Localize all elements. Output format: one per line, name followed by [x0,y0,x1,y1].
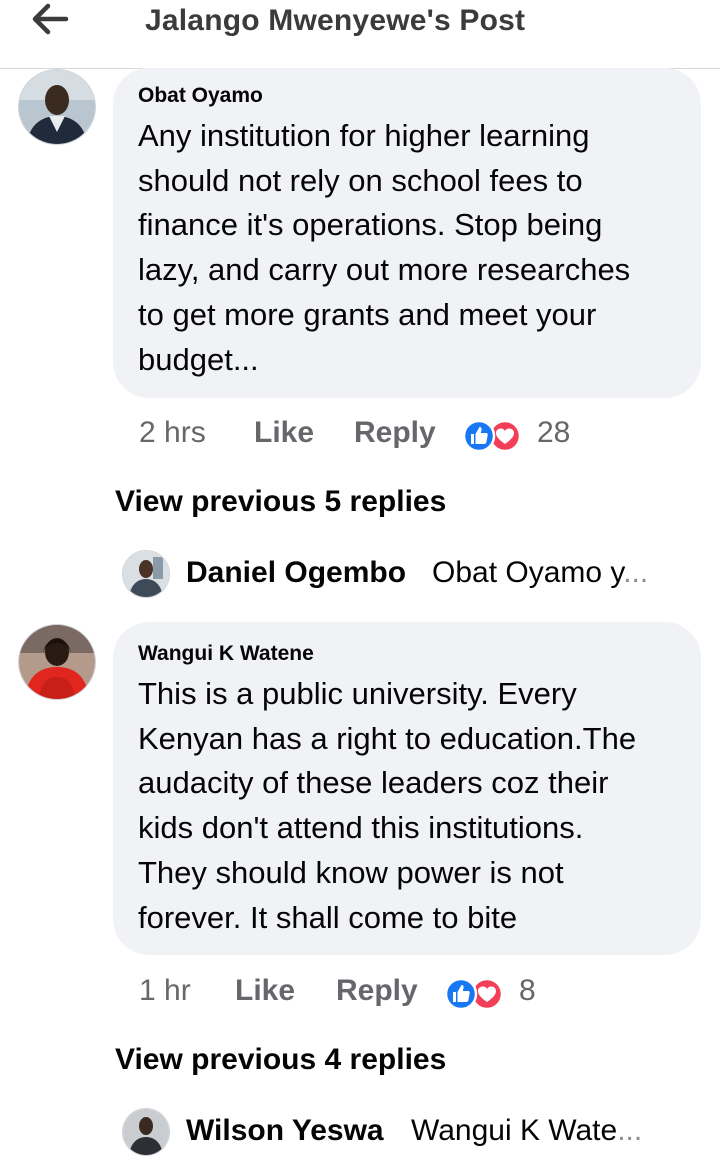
comment-author[interactable]: Wangui K Watene [138,642,314,666]
comment-text-line: kids don't attend this institutions. [138,810,584,846]
reply-snippet: Wangui K Wate... [411,1114,642,1148]
avatar[interactable] [122,550,170,598]
comment-text-line: Kenyan has a right to education.The [138,720,637,756]
page-title: Jalango Mwenyewe's Post [145,4,526,37]
avatar[interactable] [122,1108,170,1156]
comment-actions: 2 hrs Like Reply 28 [0,416,720,456]
view-previous-replies-link[interactable]: View previous 5 replies [115,485,446,519]
latest-reply-preview[interactable]: Daniel Ogembo Obat Oyamo y... [120,550,680,600]
avatar[interactable] [18,69,96,145]
comment-text-line: should not rely on school fees to [138,162,583,198]
like-icon [444,977,478,1011]
comment-text-line: forever. It shall come to bite [138,899,518,935]
like-button[interactable]: Like [235,974,295,1008]
top-bar: Jalango Mwenyewe's Post [0,0,720,69]
reply-button[interactable]: Reply [354,416,436,450]
comment-timestamp[interactable]: 1 hr [139,974,191,1008]
reply-snippet-text: Obat Oyamo y [432,556,624,589]
like-icon [462,419,496,453]
latest-reply-preview[interactable]: Wilson Yeswa Wangui K Wate... [120,1108,680,1158]
arrow-left-icon [32,3,69,35]
like-button[interactable]: Like [254,416,314,450]
comment-text-line: audacity of these leaders coz their [138,765,609,801]
comment-text-line: budget... [138,341,259,377]
ellipsis: ... [617,1114,643,1147]
reply-button[interactable]: Reply [336,974,418,1008]
view-previous-replies-link[interactable]: View previous 4 replies [115,1043,446,1077]
comment-text-line: finance it's operations. Stop being [138,207,603,243]
back-button[interactable] [22,0,82,40]
comment-text-line: Any institution for higher learning [138,118,590,153]
comment-bubble[interactable]: Obat Oyamo Any institution for higher le… [113,68,701,398]
comment-timestamp[interactable]: 2 hrs [139,416,206,450]
comment-text: This is a public university. Every Kenya… [138,672,693,940]
reactions-badge[interactable] [460,418,526,454]
comment-text: Any institution for higher learning shou… [138,114,693,382]
comment-text-line: This is a public university. Every [138,676,577,711]
comment-bubble[interactable]: Wangui K Watene This is a public univers… [113,622,701,955]
reaction-count[interactable]: 8 [519,974,536,1008]
reactions-badge[interactable] [442,976,508,1012]
comment-text-line: They should know power is not [138,854,564,890]
comment-text-line: to get more grants and meet your [138,296,597,332]
comment-author[interactable]: Obat Oyamo [138,84,263,108]
comment-actions: 1 hr Like Reply 8 [0,974,720,1014]
ellipsis: ... [623,556,649,589]
reply-author[interactable]: Wilson Yeswa [186,1114,384,1148]
reply-snippet: Obat Oyamo y... [432,556,648,590]
comment-text-line: lazy, and carry out more researches [138,252,631,288]
reaction-count[interactable]: 28 [537,416,570,450]
avatar[interactable] [18,624,96,700]
reply-author[interactable]: Daniel Ogembo [186,556,406,590]
reply-snippet-text: Wangui K Wate [411,1114,618,1147]
